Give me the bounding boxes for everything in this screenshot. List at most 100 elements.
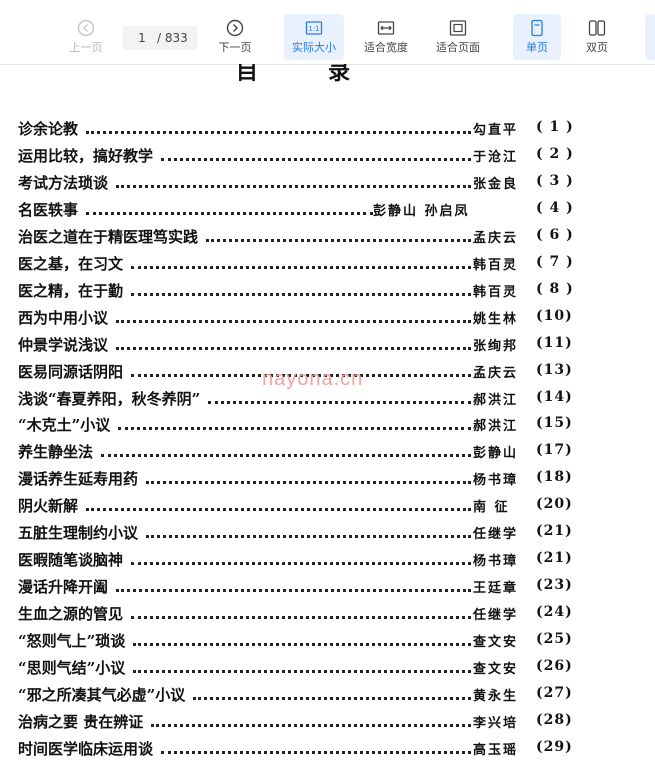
- toc-entry: 名医轶事 彭静山 孙启凤 ( 4 ): [18, 199, 618, 223]
- toc-leader-dots: [133, 670, 471, 673]
- toc-entry-page: (20): [536, 496, 573, 513]
- toc-entry: 医之精，在于勤 韩百灵 ( 8 ): [18, 280, 618, 304]
- toc-leader-dots: [131, 292, 471, 296]
- toc-entry-page: (26): [536, 658, 573, 674]
- fit-width-button[interactable]: 适合宽度: [356, 14, 416, 60]
- toc-entry-title: 考试方法琐谈: [18, 173, 109, 192]
- toc-entry-author: 于沧江: [473, 149, 519, 165]
- page-indicator: / 833: [123, 26, 197, 50]
- toc-entry: 诊余论教 勾直平 ( 1 ): [18, 118, 618, 142]
- toc-entry-page: (11): [536, 334, 573, 351]
- toc-entry: 运用比较，搞好教学 于沧江 ( 2 ): [18, 145, 618, 169]
- next-page-button[interactable]: 下一页: [205, 14, 265, 60]
- toc-entry-author: 郝洪江: [473, 392, 519, 408]
- toc-leader-dots: [118, 427, 471, 431]
- toc-entry-title: 养生静坐法: [18, 443, 94, 462]
- toc-leader-dots: [86, 508, 471, 512]
- double-page-icon: [588, 20, 606, 36]
- svg-text:1:1: 1:1: [308, 25, 319, 33]
- toc-entry-title: 西为中用小议: [18, 308, 109, 327]
- toc-entry-page: (28): [536, 711, 573, 728]
- current-page-input[interactable]: [131, 28, 153, 48]
- toc-entry-title: “怒则气上”琐谈: [18, 632, 126, 651]
- toc-entry-author: 任继学: [473, 608, 519, 624]
- toc-entry-title: 漫话升降开阖: [18, 578, 109, 597]
- toc-entry-author: 张金良: [473, 176, 519, 192]
- toc-leader-dots: [131, 562, 471, 566]
- toc-entry: 时间医学临床运用谈 高玉瑶 (29): [18, 738, 618, 762]
- actual-size-label: 实际大小: [292, 41, 336, 54]
- toc-entry: 生血之源的管见 任继学 (24): [18, 603, 618, 627]
- double-page-button[interactable]: 双页: [573, 14, 621, 60]
- toc-entry-title: 医之基，在习文: [18, 254, 124, 273]
- chevron-left-icon: [77, 19, 95, 37]
- toc-entry-title: 运用比较，搞好教学: [18, 146, 154, 165]
- toc-entry-page: (10): [536, 307, 573, 324]
- fit-width-icon: [377, 21, 395, 35]
- prev-page-button[interactable]: 上一页: [56, 14, 116, 60]
- toc-entry-title: “思则气结”小议: [18, 659, 126, 677]
- toc-entry-author: 查文安: [473, 635, 519, 651]
- toc-entry-page: (23): [536, 577, 573, 594]
- single-page-label: 单页: [526, 41, 548, 54]
- toc-entry-page: (27): [536, 684, 573, 701]
- toc-entry-author: 杨书璋: [473, 473, 519, 489]
- toc-entry: 考试方法琐谈 张金良 ( 3 ): [18, 172, 618, 196]
- actual-size-icon: 1:1: [305, 21, 323, 35]
- toc-entry-title: 名医轶事: [18, 200, 79, 219]
- toc-entry-page: ( 7 ): [536, 253, 574, 270]
- document-page: 目录 诊余论教 勾直平 ( 1 ) 运用比较，搞好教学 于沧江 ( 2 ) 考试方法琐谈 张金…: [0, 64, 655, 762]
- toolbar-overflow-button[interactable]: [645, 14, 655, 60]
- toc-entry-page: ( 2 ): [536, 145, 574, 162]
- double-page-label: 双页: [586, 41, 608, 54]
- toc-entry-author: 孟庆云: [473, 365, 519, 381]
- fit-page-label: 适合页面: [436, 41, 480, 54]
- toc-entry-author: 韩百灵: [473, 284, 519, 300]
- fit-page-button[interactable]: 适合页面: [428, 14, 488, 60]
- toc-entry-page: (13): [536, 361, 573, 378]
- toc-entry-author: 勾直平: [473, 123, 519, 138]
- toc-entry-page: (25): [536, 631, 573, 648]
- prev-page-label: 上一页: [69, 41, 103, 54]
- toc-leader-dots: [193, 696, 471, 700]
- toc-leader-dots: [151, 723, 471, 727]
- toc-entry: 五脏生理制约小议 任继学 (21): [18, 522, 618, 546]
- toc-entry: 漫话养生延寿用药 杨书璋 (18): [18, 468, 618, 492]
- toc-entry-title: 诊余论教: [18, 120, 79, 138]
- toc-entry: “怒则气上”琐谈 查文安 (25): [18, 630, 618, 654]
- toc-entry-page: ( 4 ): [536, 199, 574, 216]
- toc-entry-title: 生血之源的管见: [18, 605, 124, 624]
- toc-leader-dots: [131, 265, 471, 269]
- toc-entry-author: 高玉瑶: [473, 742, 519, 758]
- toc-entry-title: 阴火新解: [18, 497, 79, 516]
- toc-entry: 阴火新解 南 征 (20): [18, 495, 618, 519]
- toc-entry-page: (21): [536, 550, 573, 567]
- toc-leader-dots: [86, 131, 471, 134]
- toc-entry-author: 韩百灵: [473, 257, 519, 273]
- toc-entry-page: ( 6 ): [536, 226, 574, 243]
- toc-entry-title: 医易同源话阴阳: [18, 362, 124, 381]
- watermark: nayona.cn: [262, 368, 364, 390]
- toc-leader-dots: [116, 319, 471, 323]
- toc-leader-dots: [116, 589, 471, 593]
- toc-entry-author: 杨书璋: [473, 554, 519, 570]
- actual-size-button[interactable]: 1:1 实际大小: [284, 14, 344, 60]
- toc-entry: 治医之道在于精医理笃实践 孟庆云 ( 6 ): [18, 226, 618, 250]
- toc-entry-page: (24): [536, 604, 573, 621]
- toc-leader-dots: [161, 750, 471, 754]
- toc-entry-author: 彭静山: [473, 446, 519, 462]
- toc-leader-dots: [116, 184, 471, 188]
- toc-entry-title: 浅谈“春夏养阳，秋冬养阴”: [18, 389, 201, 408]
- toc-entry-title: “邪之所凑其气必虚”小议: [18, 685, 186, 704]
- toc-leader-dots: [146, 535, 471, 539]
- fit-page-icon: [449, 20, 467, 36]
- single-page-icon: [531, 19, 543, 37]
- single-page-button[interactable]: 单页: [513, 14, 561, 60]
- toc-entry-page: (14): [536, 388, 573, 405]
- toc-entry-page: (29): [536, 738, 573, 755]
- toc-entry-author: 南 征: [473, 500, 510, 516]
- toc-leader-dots: [133, 643, 471, 647]
- toc-entry: 医之基，在习文 韩百灵 ( 7 ): [18, 253, 618, 277]
- toc-entry: “邪之所凑其气必虚”小议 黄永生 (27): [18, 684, 618, 708]
- chevron-right-icon: [226, 19, 244, 37]
